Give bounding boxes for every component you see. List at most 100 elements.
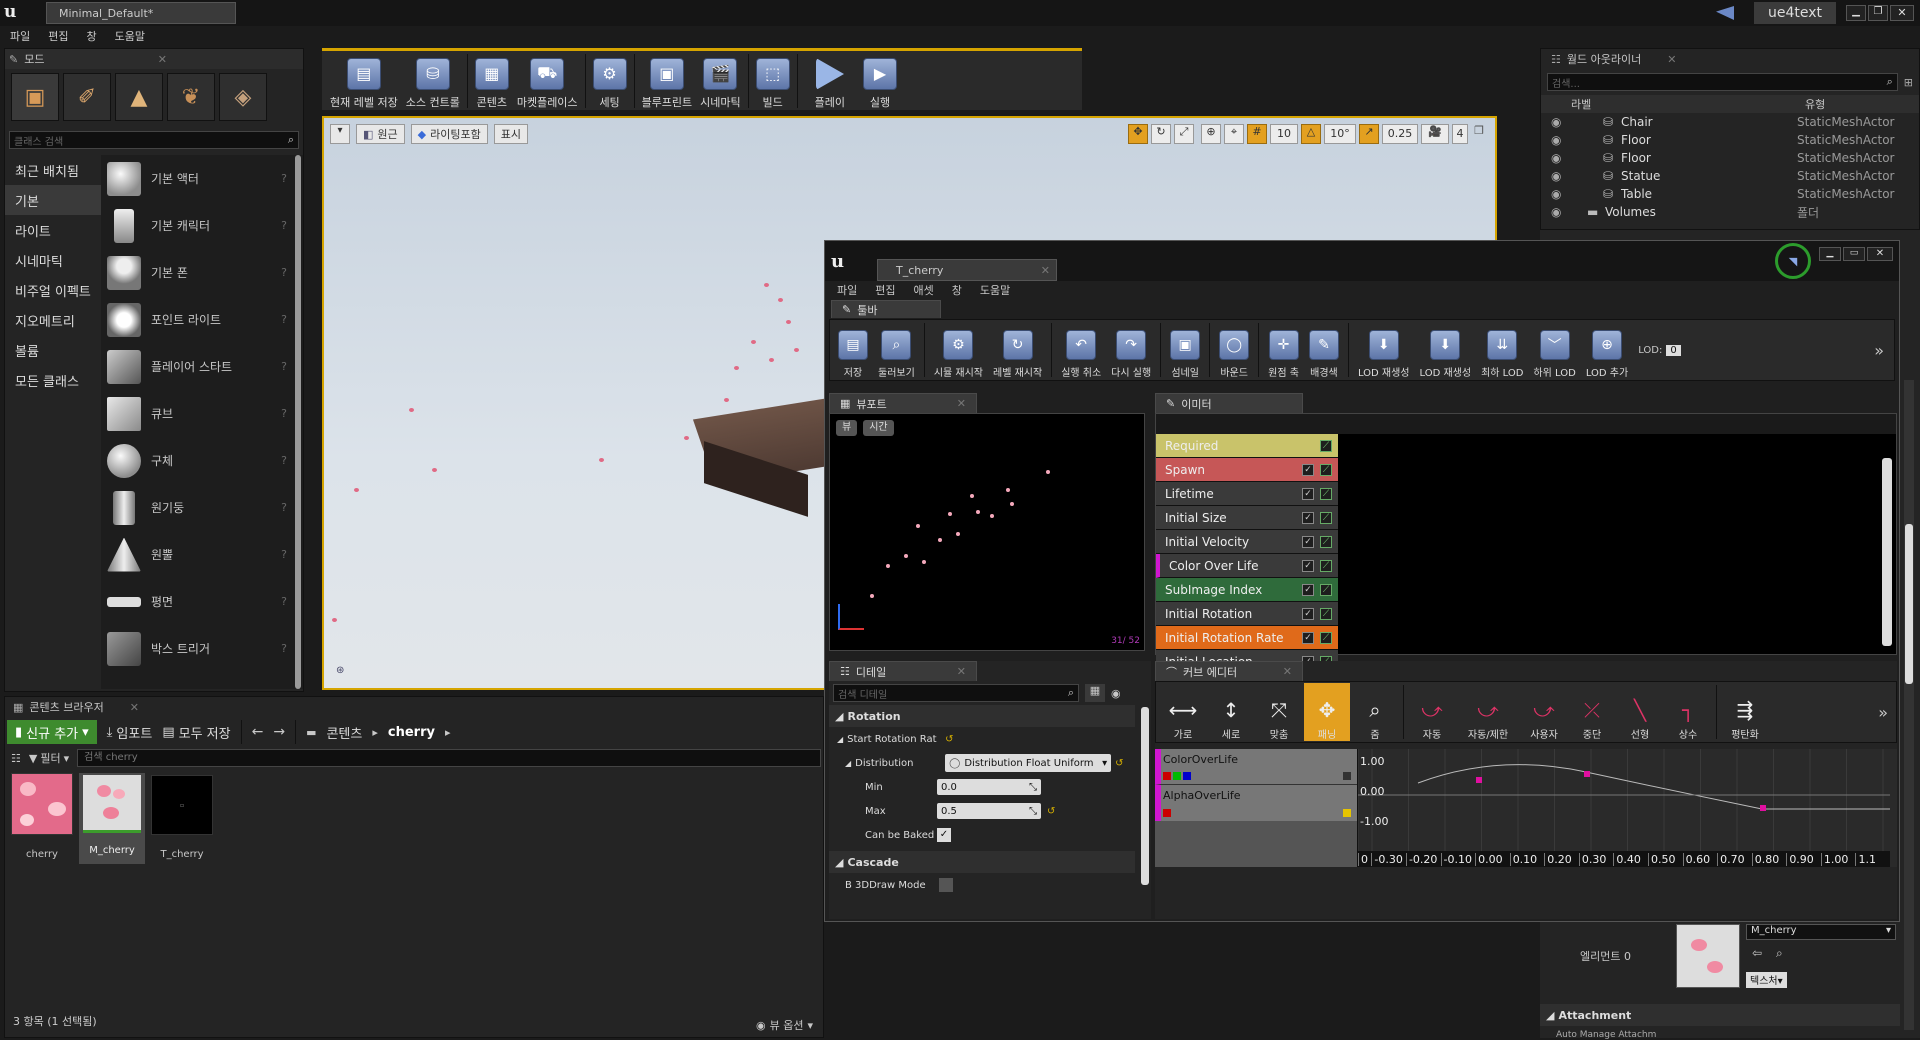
place-item[interactable]: 기본 액터? [101,155,303,202]
menu-file[interactable]: 파일 [837,282,857,298]
rotation-snap-icon[interactable]: △ [1301,124,1321,144]
attachment-header[interactable]: ◢ Attachment [1540,1004,1900,1026]
particle-preview[interactable]: 뷰 시간 31/ 52 [829,413,1145,651]
blue-channel-icon[interactable] [1183,772,1191,780]
help-icon[interactable]: ? [281,407,287,420]
menu-window[interactable]: 창 [952,282,962,298]
landscape-mode-icon[interactable]: ▲ [115,73,163,121]
grid-snap-value[interactable]: 10 [1270,124,1298,144]
track-toggle-icon[interactable] [1343,772,1351,780]
surface-snap-icon[interactable]: ⌖ [1224,124,1244,144]
lighting-button[interactable]: ◆ 라이팅포함 [410,124,488,144]
max-input[interactable]: 0.5 ⤡ [937,803,1041,819]
cascade-toolbar-button[interactable]: ⬇ LOD 재생성 [1354,321,1414,379]
settings-button[interactable]: ⚙ 세팅 [589,52,631,110]
asset-tile[interactable]: ▫ T_cherry [149,773,215,860]
rotate-icon[interactable]: ↻ [1151,124,1171,144]
cascade-toolbar-button[interactable]: ▤ 저장 [834,321,872,379]
view-options-button[interactable]: ◉ 뷰 옵션 ▾ [756,1017,813,1033]
place-item[interactable]: 원뿔? [101,531,303,578]
distribution-dropdown[interactable]: ◯ Distribution Float Uniform ▾ [945,754,1112,772]
asset-tab[interactable]: T_cherry ✕ [877,259,1057,281]
curve-key[interactable] [1584,771,1590,777]
col-label-header[interactable]: 라벨 [1571,96,1805,112]
world-icon[interactable]: ⊕ [1201,124,1221,144]
curve-tool-button[interactable]: ╲ 선형 [1617,683,1663,741]
menu-file[interactable]: 파일 [10,28,30,44]
cascade-toolbar-button[interactable]: ⊕ LOD 추가 [1582,321,1632,379]
emitter-module[interactable]: SubImage Index ✓ ⟋ [1156,578,1338,602]
module-enable-checkbox[interactable]: ✓ [1302,559,1314,572]
menu-window[interactable]: 창 [87,28,97,44]
asset-tile[interactable]: cherry [9,773,75,860]
visibility-eye-icon[interactable]: ◉ [1541,151,1563,165]
cascade-toolbar-button[interactable]: ↷ 다시 실행 [1107,321,1155,379]
import-button[interactable]: ⤓ 임포트 [107,723,153,742]
category-visual-effects[interactable]: 비주얼 이펙트 [5,275,101,305]
green-channel-icon[interactable] [1173,772,1181,780]
module-curve-toggle-icon[interactable]: ⟋ [1320,607,1332,620]
curve-tool-button[interactable]: ⤫ 중단 [1569,683,1615,741]
save-all-button[interactable]: ▤ 모두 저장 [162,723,230,742]
emitter-module[interactable]: Initial Velocity ✓ ⟋ [1156,530,1338,554]
emitter-stack-area[interactable]: Required ⟋ Spawn ✓ ⟋ Lifetime ✓ ⟋ Initial Size ✓ ⟋… [1155,413,1897,698]
asset-search-input[interactable]: 검색 cherry [77,749,821,767]
outliner-search-input[interactable]: 검색... [1552,75,1887,90]
emitter-module[interactable]: Initial Rotation Rate ✓ ⟋ [1156,626,1338,650]
help-icon[interactable]: ? [281,313,287,326]
curve-editor-tab[interactable]: ⌒ 커브 에디터 ✕ [1155,661,1303,681]
outliner-row[interactable]: ◉ ⛁ Table StaticMeshActor [1541,185,1919,203]
outliner-tab-label[interactable]: 월드 아웃라이너 [1567,51,1641,67]
cascade-toolbar-button[interactable]: ﹀ 하위 LOD [1529,321,1579,379]
curve-tool-button[interactable]: ⤻ 사용자 [1521,683,1567,741]
add-new-button[interactable]: ▮ 신규 추가 ▾ [7,720,97,744]
visibility-eye-icon[interactable]: ◉ [1541,187,1563,201]
module-enable-checkbox[interactable]: ✓ [1302,487,1314,500]
curve-tool-button[interactable]: ⌕ 줌 [1352,683,1398,741]
breadcrumb-cherry[interactable]: cherry [388,725,435,740]
lod-input[interactable]: 0 [1666,344,1681,356]
paint-mode-icon[interactable]: ✐ [63,73,111,121]
content-button[interactable]: ▦ 콘텐츠 [471,52,513,110]
maximize-button[interactable]: ▭ [1843,247,1865,261]
unreal-logo-icon[interactable]: u [4,2,30,24]
play-button[interactable]: 플레이 [801,52,859,110]
scrollbar[interactable] [1882,458,1892,646]
forward-icon[interactable]: → [273,724,285,740]
place-item[interactable]: 기본 캐릭터? [101,202,303,249]
back-icon[interactable]: ← [252,724,264,740]
translate-icon[interactable]: ✥ [1128,124,1148,144]
draw-mode-checkbox[interactable] [939,878,953,892]
place-item[interactable]: 박스 트리거? [101,625,303,672]
grid-snap-icon[interactable]: # [1247,124,1267,144]
curve-tool-button[interactable]: ⤻ 자동/제한 [1457,683,1519,741]
texture-dropdown[interactable]: 텍스처▾ [1746,972,1787,988]
help-icon[interactable]: ? [281,266,287,279]
visibility-eye-icon[interactable]: ◉ [1541,115,1563,129]
module-enable-checkbox[interactable]: ✓ [1302,607,1314,620]
material-thumbnail[interactable] [1676,924,1740,988]
can-be-baked-checkbox[interactable]: ✓ [937,828,951,842]
cascade-toolbar-button[interactable]: ◯ 바운드 [1215,321,1253,379]
track-toggle-icon[interactable] [1343,809,1351,817]
level-tab[interactable]: Minimal_Default* [46,2,236,24]
minimize-button[interactable]: ▁ [1819,247,1841,261]
category-cinematic[interactable]: 시네마틱 [5,245,101,275]
emitter-module[interactable]: Color Over Life ✓ ⟋ [1156,554,1338,578]
curve-track-alpha[interactable]: AlphaOverLife [1155,785,1357,821]
reset-icon[interactable]: ↺ [945,734,953,745]
close-icon[interactable]: ✕ [1283,665,1292,678]
category-basic[interactable]: 기본 [5,185,101,215]
curve-track-color[interactable]: ColorOverLife [1155,749,1357,785]
place-item[interactable]: 플레이어 스타트? [101,343,303,390]
cascade-toolbar-button[interactable]: ⬇ LOD 재생성 [1416,321,1476,379]
category-volumes[interactable]: 볼륨 [5,335,101,365]
minimize-button[interactable]: ▁ [1846,5,1866,21]
foliage-mode-icon[interactable]: ❦ [167,73,215,121]
class-search-input[interactable]: 클래스 검색 [14,133,288,148]
category-all-classes[interactable]: 모든 클래스 [5,365,101,395]
outliner-row[interactable]: ◉ ⛁ Statue StaticMeshActor [1541,167,1919,185]
time-button[interactable]: 시간 [863,420,894,436]
place-item[interactable]: 기본 폰? [101,249,303,296]
emitter-module[interactable]: Initial Rotation ✓ ⟋ [1156,602,1338,626]
